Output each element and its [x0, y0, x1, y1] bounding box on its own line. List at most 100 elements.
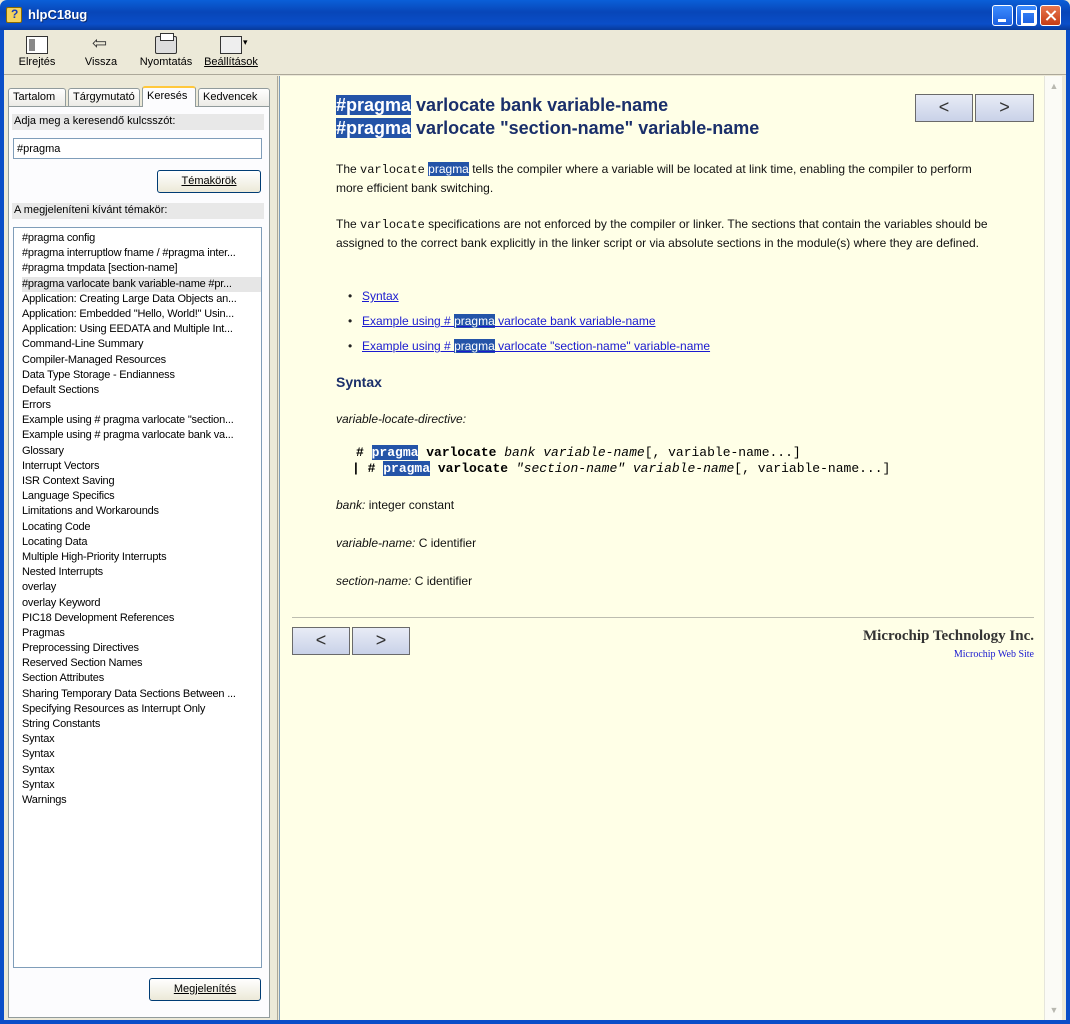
topic-select-label: A megjeleníteni kívánt témakör: — [12, 203, 264, 219]
list-item[interactable]: Pragmas — [22, 626, 261, 641]
back-button-label: Vissza — [84, 56, 118, 68]
list-item[interactable]: #pragma interruptlow fname / #pragma int… — [22, 246, 261, 261]
scroll-up-icon[interactable]: ▲ — [1046, 78, 1062, 94]
list-item[interactable]: Locating Code — [22, 520, 261, 535]
page-title: #pragma varlocate bank variable-name #pr… — [336, 94, 759, 140]
close-button[interactable] — [1040, 5, 1061, 26]
print-button[interactable]: Nyomtatás — [136, 33, 196, 73]
hide-button[interactable]: Elrejtés — [12, 33, 62, 73]
title-highlight-2: #pragma — [336, 118, 412, 138]
list-item[interactable]: Specifying Resources as Interrupt Only — [22, 702, 261, 717]
title-line-2: varlocate "section-name" variable-name — [411, 118, 760, 138]
list-item[interactable]: String Constants — [22, 717, 261, 732]
options-button-label: Beállítások — [204, 56, 258, 68]
list-item[interactable]: #pragma config — [22, 231, 261, 246]
list-item[interactable]: Nested Interrupts — [22, 565, 261, 580]
list-item[interactable]: #pragma tmpdata [section-name] — [22, 261, 261, 276]
list-item[interactable]: ISR Context Saving — [22, 474, 261, 489]
minimize-button[interactable] — [992, 5, 1013, 26]
topic-content: #pragma varlocate bank variable-name #pr… — [279, 76, 1044, 1020]
tab-index[interactable]: Tárgymutató — [68, 88, 140, 106]
next-topic-button-top[interactable]: > — [975, 94, 1034, 122]
list-item[interactable]: overlay — [22, 580, 261, 595]
intro-paragraph: The varlocate pragma tells the compiler … — [336, 162, 972, 195]
section-name-definition: section-name: C identifier — [336, 574, 473, 588]
list-item: Example using # pragma varlocate bank va… — [348, 314, 656, 328]
list-item[interactable]: Errors — [22, 398, 261, 413]
list-item[interactable]: Syntax — [22, 732, 261, 747]
list-item[interactable]: Limitations and Workarounds — [22, 504, 261, 519]
website-link[interactable]: Microchip Web Site — [954, 649, 1034, 660]
variable-name-definition: variable-name: C identifier — [336, 536, 477, 550]
list-item[interactable]: Data Type Storage - Endianness — [22, 368, 261, 383]
scroll-down-icon[interactable]: ▼ — [1046, 1002, 1062, 1018]
list-item[interactable]: Compiler-Managed Resources — [22, 353, 261, 368]
directive-label: variable-locate-directive: — [336, 412, 467, 426]
display-button[interactable]: Megjelenítés — [149, 978, 261, 1001]
prev-topic-button-top[interactable]: < — [915, 94, 973, 122]
tab-favorites[interactable]: Kedvencek — [198, 88, 270, 106]
window-frame-right — [1066, 30, 1070, 1024]
hide-button-label: Elrejtés — [18, 56, 56, 68]
list-item[interactable]: Language Specifics — [22, 489, 261, 504]
title-bar: hlpC18ug — [0, 0, 1070, 30]
list-item[interactable]: Multiple High-Priority Interrupts — [22, 550, 261, 565]
toolbar: Elrejtés Vissza Nyomtatás Beállítások — [4, 30, 1066, 75]
example-section-link[interactable]: Example using # pragma varlocate "sectio… — [362, 339, 710, 353]
list-item[interactable]: Warnings — [22, 793, 261, 808]
window-title: hlpC18ug — [28, 7, 88, 22]
list-item[interactable]: Syntax — [22, 778, 261, 793]
list-item[interactable]: Sharing Temporary Data Sections Between … — [22, 687, 261, 702]
list-item[interactable]: #pragma varlocate bank variable-name #pr… — [22, 276, 261, 292]
keyword-prompt-label: Adja meg a keresendő kulcsszót: — [12, 114, 264, 130]
hide-pane-icon — [26, 36, 48, 54]
list-item[interactable]: Example using # pragma varlocate bank va… — [22, 428, 261, 443]
list-item[interactable]: overlay Keyword — [22, 596, 261, 611]
back-arrow-icon — [90, 33, 112, 54]
list-item[interactable]: Application: Creating Large Data Objects… — [22, 292, 261, 307]
list-item[interactable]: Section Attributes — [22, 671, 261, 686]
tab-search[interactable]: Keresés — [142, 86, 196, 107]
example-bank-link[interactable]: Example using # pragma varlocate bank va… — [362, 314, 656, 328]
list-item[interactable]: Preprocessing Directives — [22, 641, 261, 656]
list-topics-button[interactable]: Témakörök — [157, 170, 261, 193]
search-results-list[interactable]: #pragma config #pragma interruptlow fname… — [13, 227, 262, 968]
syntax-code-line-1: # pragma varlocate bank variable-name[, … — [356, 445, 801, 460]
title-highlight-1: #pragma — [336, 95, 412, 115]
search-input[interactable] — [13, 138, 262, 159]
options-icon — [220, 36, 248, 54]
syntax-code-line-2: | # pragma varlocate "section-name" vari… — [352, 461, 891, 476]
bank-definition: bank: integer constant — [336, 498, 455, 512]
navigation-pane: Tartalom Tárgymutató Keresés Kedvencek A… — [4, 76, 270, 1020]
printer-icon — [155, 33, 177, 54]
nav-tabs: Tartalom Tárgymutató Keresés Kedvencek — [8, 86, 270, 107]
list-item[interactable]: Glossary — [22, 444, 261, 459]
list-item: Syntax — [348, 289, 399, 303]
window-frame-bottom — [0, 1020, 1070, 1024]
list-item[interactable]: Reserved Section Names — [22, 656, 261, 671]
options-button[interactable]: Beállítások — [200, 33, 262, 73]
maximize-button[interactable] — [1016, 5, 1037, 26]
footer-divider — [292, 617, 1034, 618]
tab-contents[interactable]: Tartalom — [8, 88, 66, 106]
list-item[interactable]: Command-Line Summary — [22, 337, 261, 352]
note-paragraph: The varlocate specifications are not enf… — [336, 217, 988, 250]
list-item[interactable]: Syntax — [22, 747, 261, 762]
list-item[interactable]: Locating Data — [22, 535, 261, 550]
content-scrollbar[interactable]: ▲ ▼ — [1044, 76, 1062, 1020]
back-button[interactable]: Vissza — [78, 33, 124, 73]
list-item[interactable]: Application: Embedded "Hello, World!" Us… — [22, 307, 261, 322]
syntax-heading: Syntax — [336, 374, 382, 390]
next-topic-button-bottom[interactable]: > — [352, 627, 410, 655]
list-item[interactable]: Application: Using EEDATA and Multiple I… — [22, 322, 261, 337]
print-button-label: Nyomtatás — [139, 56, 193, 68]
syntax-link[interactable]: Syntax — [362, 289, 399, 303]
list-item[interactable]: PIC18 Development References — [22, 611, 261, 626]
prev-topic-button-bottom[interactable]: < — [292, 627, 350, 655]
title-line-1: varlocate bank variable-name — [411, 95, 669, 115]
list-item[interactable]: Default Sections — [22, 383, 261, 398]
list-item[interactable]: Interrupt Vectors — [22, 459, 261, 474]
list-item[interactable]: Example using # pragma varlocate "sectio… — [22, 413, 261, 428]
pane-splitter[interactable] — [270, 76, 278, 1020]
list-item[interactable]: Syntax — [22, 763, 261, 778]
